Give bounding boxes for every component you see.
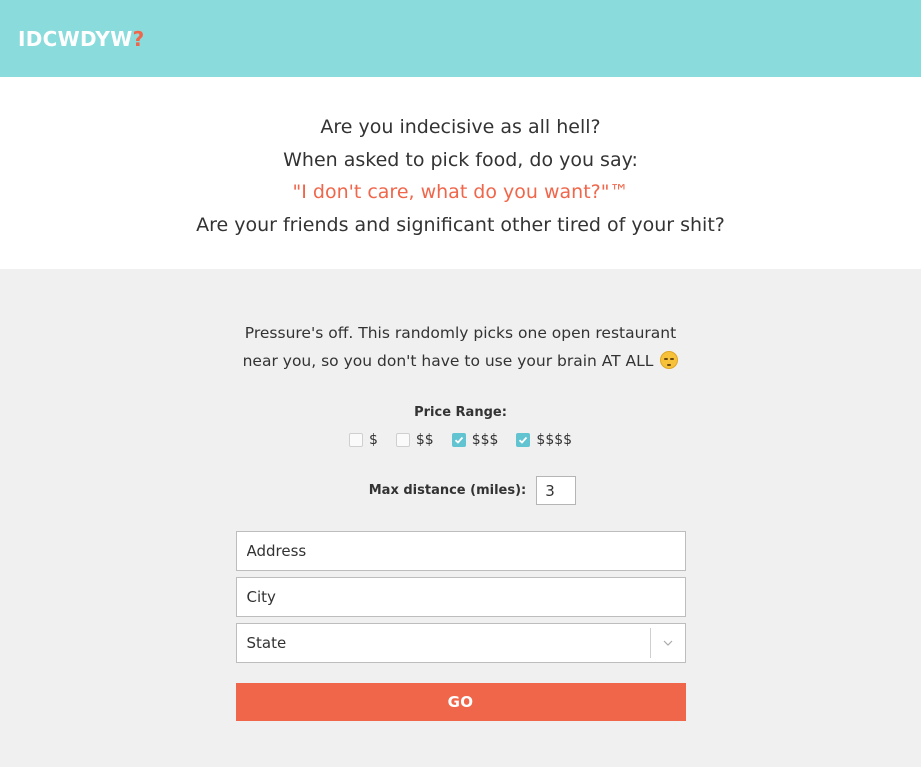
hero-quote: "I don't care, what do you want?"™ xyxy=(292,181,629,203)
price-option-label: $$ xyxy=(415,432,434,448)
city-input[interactable] xyxy=(235,577,686,617)
price-range-options: $ $$ $$$ $$$$ xyxy=(348,432,572,448)
chevron-down-icon[interactable] xyxy=(651,639,685,647)
checkmark-icon xyxy=(454,436,463,444)
hero-line-4: Are your friends and significant other t… xyxy=(196,213,725,236)
header: IDCWDYW? xyxy=(0,0,921,77)
go-button[interactable]: GO xyxy=(235,683,686,721)
price-option-2[interactable]: $$ xyxy=(395,432,434,448)
hero-section: Are you indecisive as all hell? When ask… xyxy=(0,77,921,269)
price-range-label: Price Range: xyxy=(414,405,507,420)
price-checkbox-3[interactable] xyxy=(451,433,466,447)
price-option-1[interactable]: $ xyxy=(348,432,378,448)
checkmark-icon xyxy=(519,436,528,444)
logo-question-mark: ? xyxy=(132,26,145,51)
price-checkbox-4[interactable] xyxy=(516,433,531,447)
state-select[interactable]: State xyxy=(235,623,686,663)
address-input[interactable] xyxy=(235,531,686,571)
state-select-value: State xyxy=(246,634,287,652)
distance-row: Max distance (miles): xyxy=(345,476,577,505)
price-option-label: $ xyxy=(368,432,378,448)
price-option-label: $$$ xyxy=(471,432,499,448)
max-distance-label: Max distance (miles): xyxy=(368,483,527,498)
price-checkbox-2[interactable] xyxy=(395,433,410,447)
location-fields: State xyxy=(235,531,686,663)
price-option-4[interactable]: $$$$ xyxy=(516,432,572,448)
max-distance-input[interactable] xyxy=(536,476,577,505)
blurb-line-2: near you, so you don't have to use your … xyxy=(242,352,654,370)
blurb-line-1: Pressure's off. This randomly picks one … xyxy=(244,324,677,342)
price-option-label: $$$$ xyxy=(536,432,573,448)
smirk-emoji-icon xyxy=(660,351,679,369)
price-option-3[interactable]: $$$ xyxy=(451,432,499,448)
hero-line-1: Are you indecisive as all hell? xyxy=(320,116,601,138)
logo-text: IDCWDYW xyxy=(18,26,133,51)
logo[interactable]: IDCWDYW? xyxy=(18,27,144,51)
hero-line-2: When asked to pick food, do you say: xyxy=(283,148,638,171)
price-checkbox-1[interactable] xyxy=(348,433,363,447)
blurb: Pressure's off. This randomly picks one … xyxy=(226,319,696,375)
main-form-section: Pressure's off. This randomly picks one … xyxy=(0,269,921,767)
